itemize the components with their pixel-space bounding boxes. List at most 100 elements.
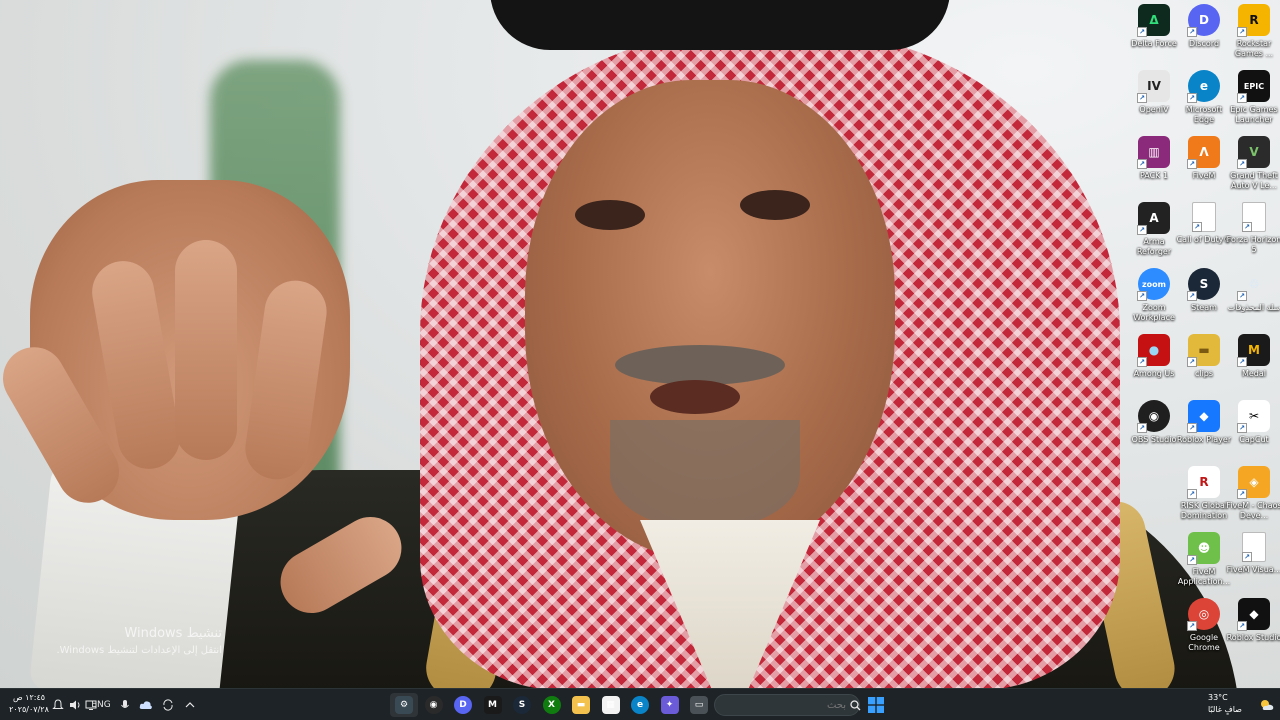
- desktop-icon[interactable]: zoom ↗ Zoom Workplace: [1130, 268, 1178, 330]
- language-indicator[interactable]: ENG: [90, 693, 112, 717]
- desktop-icon[interactable]: Λ ↗ FiveM: [1180, 136, 1228, 198]
- desktop-icon[interactable]: ◆ ↗ Roblox Studio: [1227, 598, 1280, 660]
- shortcut-arrow-icon: ↗: [1187, 357, 1197, 367]
- desktop-icon[interactable]: ✂ ↗ CapCut: [1230, 400, 1278, 462]
- shortcut-arrow-icon: ↗: [1187, 489, 1197, 499]
- activate-windows-watermark: تنشيط Windows انتقل إلى الإعدادات لتنشيط…: [40, 626, 222, 658]
- notification-icon[interactable]: [50, 693, 66, 717]
- copilot-icon: ✦: [660, 696, 679, 714]
- desktop-app-icon: Λ ↗: [1187, 136, 1220, 169]
- weather-icon[interactable]: [1258, 693, 1276, 717]
- desktop-app-icon: ↗: [1192, 202, 1216, 232]
- weather-temperature: 33°C: [1208, 693, 1228, 702]
- desktop-icon[interactable]: ↗ FiveM Visua...: [1227, 532, 1280, 594]
- desktop-icon[interactable]: ◉ ↗ OBS Studio: [1130, 400, 1178, 462]
- obs-icon: ◉: [424, 696, 443, 714]
- desktop-icon-label: Medal: [1241, 369, 1267, 378]
- obs-taskbar-app[interactable]: ◉: [420, 693, 448, 717]
- desktop-icon[interactable]: R ↗ Rockstar Games ...: [1230, 4, 1278, 66]
- desktop-icon[interactable]: ▥ ↗ PACK 1: [1130, 136, 1178, 198]
- search-input[interactable]: [721, 699, 850, 711]
- wallpaper-finger: [175, 240, 237, 460]
- desktop-app-icon: R ↗: [1237, 4, 1270, 37]
- file-explorer-taskbar-app[interactable]: ▬: [567, 693, 595, 717]
- wallpaper-eye-left: [575, 200, 645, 230]
- shortcut-arrow-icon: ↗: [1137, 225, 1147, 235]
- start-button[interactable]: [864, 693, 888, 717]
- desktop-app-icon: Δ ↗: [1137, 4, 1170, 37]
- weather-widget[interactable]: 33°C صافٍ غالبًا: [1208, 692, 1256, 716]
- copilot-taskbar-app[interactable]: ✦: [656, 693, 684, 717]
- desktop-icon[interactable]: EPIC ↗ Epic Games Launcher: [1230, 70, 1278, 132]
- desktop-icon[interactable]: ◆ ↗ Roblox Player: [1177, 400, 1231, 462]
- xbox-icon: X: [542, 696, 561, 714]
- tray-app-icon[interactable]: [138, 693, 154, 717]
- microsoft-store-taskbar-app[interactable]: ▦: [597, 693, 625, 717]
- notification-bell-icon: [52, 699, 64, 709]
- tray-sync-icon[interactable]: [160, 693, 176, 717]
- shortcut-arrow-icon: ↗: [1237, 489, 1247, 499]
- wallpaper-mouth-shape: [650, 380, 740, 414]
- taskbar-search-box[interactable]: [714, 694, 861, 716]
- desktop-app-icon: ● ↗: [1137, 334, 1170, 367]
- steam-icon: S: [513, 696, 531, 714]
- desktop-app-icon: D ↗: [1187, 4, 1220, 37]
- volume-icon[interactable]: [68, 693, 82, 717]
- desktop-app-icon: S ↗: [1187, 268, 1220, 301]
- desktop-icon-label: FiveM - Chaos Deve...: [1226, 501, 1280, 520]
- desktop-app-icon: IV ↗: [1137, 70, 1170, 103]
- desktop-app-icon: ◉ ↗: [1137, 400, 1170, 433]
- edge-icon: e: [631, 696, 649, 714]
- desktop-icon[interactable]: Δ ↗ Delta Force: [1130, 4, 1178, 66]
- edge-taskbar-app[interactable]: e: [626, 693, 654, 717]
- desktop-app-icon: zoom ↗: [1137, 268, 1170, 301]
- desktop-icon[interactable]: R ↗ RISK Global Domination: [1180, 466, 1228, 528]
- desktop-icon[interactable]: ↗ Forza Horizon 5: [1227, 202, 1280, 264]
- desktop-icon[interactable]: D ↗ Discord: [1180, 4, 1228, 66]
- shortcut-arrow-icon: ↗: [1237, 27, 1247, 37]
- microphone-icon[interactable]: [118, 693, 132, 717]
- desktop-icon-label: Grand Theft Auto V Le...: [1230, 171, 1278, 190]
- desktop-app-icon: ✂ ↗: [1237, 400, 1270, 433]
- desktop-app-icon: ▬ ↗: [1187, 334, 1220, 367]
- shortcut-arrow-icon: ↗: [1137, 357, 1147, 367]
- desktop-icon[interactable]: ↗ Call of Duty®: [1177, 202, 1231, 264]
- desktop-icon[interactable]: ☻ ↗ FiveM Application...: [1178, 532, 1230, 594]
- shortcut-arrow-icon: ↗: [1187, 93, 1197, 103]
- weather-description: صافٍ غالبًا: [1208, 705, 1242, 714]
- desktop-app-icon: ◆ ↗: [1187, 400, 1220, 433]
- tray-overflow-button[interactable]: [182, 693, 198, 717]
- desktop-icon-grid: Δ ↗ Delta Force D ↗ Discord R ↗ Rockstar Games .…: [1130, 4, 1280, 664]
- desktop-icon[interactable]: ♲ ↗ سلة المحذوفات: [1228, 268, 1280, 330]
- settings-taskbar-app[interactable]: ⚙: [390, 693, 418, 717]
- shortcut-arrow-icon: ↗: [1237, 93, 1247, 103]
- desktop-app-icon: M ↗: [1237, 334, 1270, 367]
- desktop-icon[interactable]: S ↗ Steam: [1180, 268, 1228, 330]
- desktop-icon[interactable]: ◈ ↗ FiveM - Chaos Deve...: [1226, 466, 1280, 528]
- wallpaper-agal-shape: [490, 0, 950, 50]
- desktop-icon[interactable]: ● ↗ Among Us: [1130, 334, 1178, 396]
- discord-taskbar-app[interactable]: D: [449, 693, 477, 717]
- desktop-icon[interactable]: e ↗ Microsoft Edge: [1180, 70, 1228, 132]
- desktop-app-icon: A ↗: [1137, 202, 1170, 235]
- system-clock[interactable]: ١٢:٤٥ ص ٢٠٢٥/٠٧/٢٨: [8, 692, 50, 716]
- shortcut-arrow-icon: ↗: [1187, 555, 1197, 565]
- medal-taskbar-app[interactable]: M: [479, 693, 507, 717]
- steam-taskbar-app[interactable]: S: [508, 693, 536, 717]
- desktop-icon[interactable]: ▬ ↗ clips: [1180, 334, 1228, 396]
- desktop-app-icon: ◎ ↗: [1187, 598, 1220, 631]
- desktop-icon[interactable]: ◎ ↗ Google Chrome: [1180, 598, 1228, 660]
- desktop-icon[interactable]: M ↗ Medal: [1230, 334, 1278, 396]
- wallpaper-moustache-shape: [615, 345, 785, 385]
- desktop-icon[interactable]: V ↗ Grand Theft Auto V Le...: [1230, 136, 1278, 198]
- desktop-icon-label: Rockstar Games ...: [1234, 39, 1274, 58]
- xbox-taskbar-app[interactable]: X: [538, 693, 566, 717]
- desktop-icon[interactable]: A ↗ Arma Reforger: [1130, 202, 1178, 264]
- task-view-taskbar-app[interactable]: ▭: [685, 693, 713, 717]
- shortcut-arrow-icon: ↗: [1237, 357, 1247, 367]
- search-icon: [850, 698, 861, 712]
- shortcut-arrow-icon: ↗: [1187, 423, 1197, 433]
- desktop-app-icon: ▥ ↗: [1137, 136, 1170, 169]
- desktop-icon[interactable]: IV ↗ OpenIV: [1130, 70, 1178, 132]
- desktop-app-icon: R ↗: [1187, 466, 1220, 499]
